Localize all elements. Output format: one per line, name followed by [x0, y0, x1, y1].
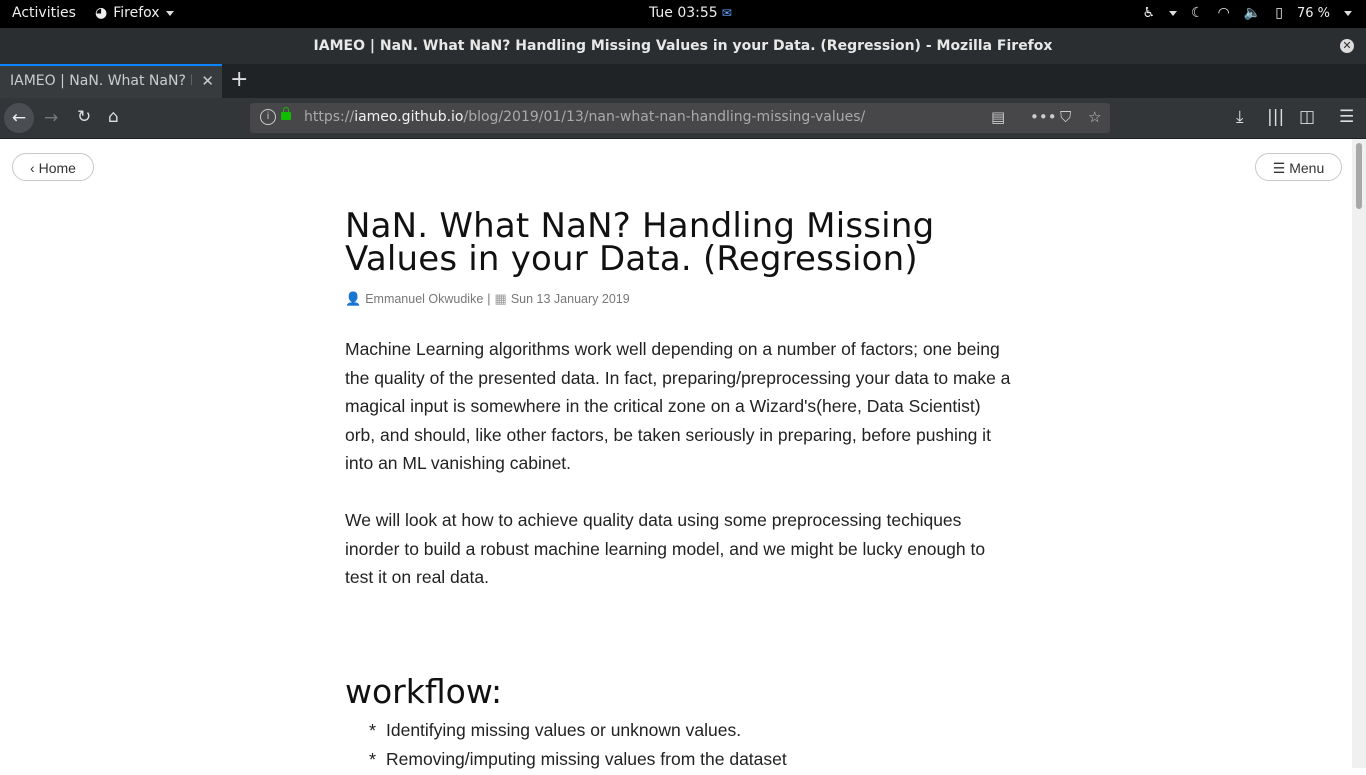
menu-button-label: Menu	[1289, 160, 1325, 176]
wifi-icon: ◠	[1217, 5, 1230, 21]
tab-strip: IAMEO | NaN. What NaN? Handling Missing …	[0, 64, 1366, 98]
bullet: *	[369, 720, 377, 741]
system-tray[interactable]: ♿ ☾ ◠ 🔈 ▯ 76 %	[1142, 5, 1352, 21]
firefox-icon: ◕	[95, 5, 108, 21]
battery-percent: 76 %	[1296, 5, 1330, 21]
scrollbar-thumb[interactable]	[1356, 143, 1362, 209]
pocket-icon[interactable]: ⛉	[1060, 108, 1071, 126]
library-icon[interactable]: |||	[1267, 107, 1284, 127]
chevron-left-icon: ‹	[30, 160, 35, 176]
url-bar[interactable]: i https://iameo.github.io/blog/2019/01/1…	[250, 103, 1110, 133]
user-icon: 👤	[345, 291, 362, 306]
app-menu-label: Firefox	[113, 5, 160, 21]
home-button-label: Home	[38, 160, 76, 176]
post-date: Sun 13 January 2019	[510, 292, 630, 306]
window-title-bar: IAMEO | NaN. What NaN? Handling Missing …	[0, 28, 1366, 64]
page-actions-icon[interactable]: •••	[1030, 108, 1057, 126]
list-item: * Removing/imputing missing values from t…	[345, 745, 1015, 774]
chevron-down-icon	[1344, 10, 1352, 16]
window-title: IAMEO | NaN. What NaN? Handling Missing …	[313, 38, 1053, 54]
night-light-icon: ☾	[1191, 5, 1204, 21]
back-button[interactable]: ←	[4, 103, 34, 133]
intro-paragraph: Machine Learning algorithms work well de…	[345, 339, 1011, 474]
calendar-icon: ▦	[494, 291, 507, 306]
list-item-text: Identifying missing values or unknown va…	[386, 719, 742, 740]
lock-icon[interactable]	[281, 107, 291, 120]
info-icon[interactable]: i	[260, 109, 276, 125]
bookmark-star-icon[interactable]: ☆	[1088, 108, 1101, 126]
volume-icon: 🔈	[1243, 5, 1262, 21]
bullet: *	[369, 749, 377, 770]
forward-button[interactable]: →	[44, 108, 58, 128]
home-icon[interactable]: ⌂	[108, 107, 119, 127]
page-scrollbar[interactable]	[1352, 139, 1366, 768]
meta-separator: |	[487, 292, 491, 306]
app-menu[interactable]: ◕ Firefox	[95, 5, 174, 21]
menu-button[interactable]: ☰ Menu	[1255, 153, 1342, 181]
author[interactable]: Emmanuel Okwudike	[365, 292, 483, 306]
new-tab-button[interactable]: +	[230, 68, 248, 92]
second-paragraph: We will look at how to achieve quality d…	[345, 509, 986, 588]
list-item: * Identifying missing values or unknown v…	[345, 716, 1015, 745]
reload-button[interactable]: ↻	[77, 107, 91, 127]
mail-icon: ✉	[721, 6, 732, 20]
battery-icon: ▯	[1275, 5, 1283, 21]
system-top-bar: Activities ◕ Firefox Tue 03:55 ✉ ♿ ☾ ◠ 🔈…	[0, 0, 1366, 28]
post-meta: 👤 Emmanuel Okwudike | ▦ Sun 13 January 2…	[345, 291, 1015, 307]
close-window-icon[interactable]: ✕	[1340, 39, 1354, 53]
workflow-list: * Identifying missing values or unknown v…	[345, 716, 1015, 774]
home-button[interactable]: ‹ Home	[12, 153, 94, 181]
menu-icon: ☰	[1272, 160, 1286, 176]
accessibility-icon[interactable]: ♿	[1142, 5, 1155, 21]
hamburger-menu-icon[interactable]: ☰	[1339, 107, 1354, 127]
clock-label: Tue 03:55	[649, 5, 718, 21]
list-item-text: Removing/imputing missing values from th…	[386, 748, 787, 769]
close-tab-icon[interactable]: ✕	[201, 72, 214, 90]
page-title: NaN. What NaN? Handling Missing Values i…	[345, 206, 935, 279]
workflow-heading: workflow:	[345, 671, 503, 711]
downloads-icon[interactable]: ⤓	[1236, 107, 1244, 127]
navigation-toolbar: ← → ↻ ⌂ i https://iameo.github.io/blog/2…	[0, 98, 1366, 139]
tab-title: IAMEO | NaN. What NaN? Handling Missing …	[10, 73, 192, 89]
sidebar-icon[interactable]: ◫	[1299, 107, 1315, 127]
reader-view-icon[interactable]: ▤	[991, 108, 1005, 126]
chevron-down-icon	[1169, 10, 1178, 16]
tab-active[interactable]: IAMEO | NaN. What NaN? Handling Missing …	[0, 64, 222, 98]
activities-button[interactable]: Activities	[12, 5, 76, 21]
chevron-down-icon	[165, 10, 174, 16]
clock[interactable]: Tue 03:55 ✉	[649, 5, 732, 21]
article: NaN. What NaN? Handling Missing Values i…	[345, 206, 1015, 774]
url-text[interactable]: https://iameo.github.io/blog/2019/01/13/…	[304, 109, 865, 125]
